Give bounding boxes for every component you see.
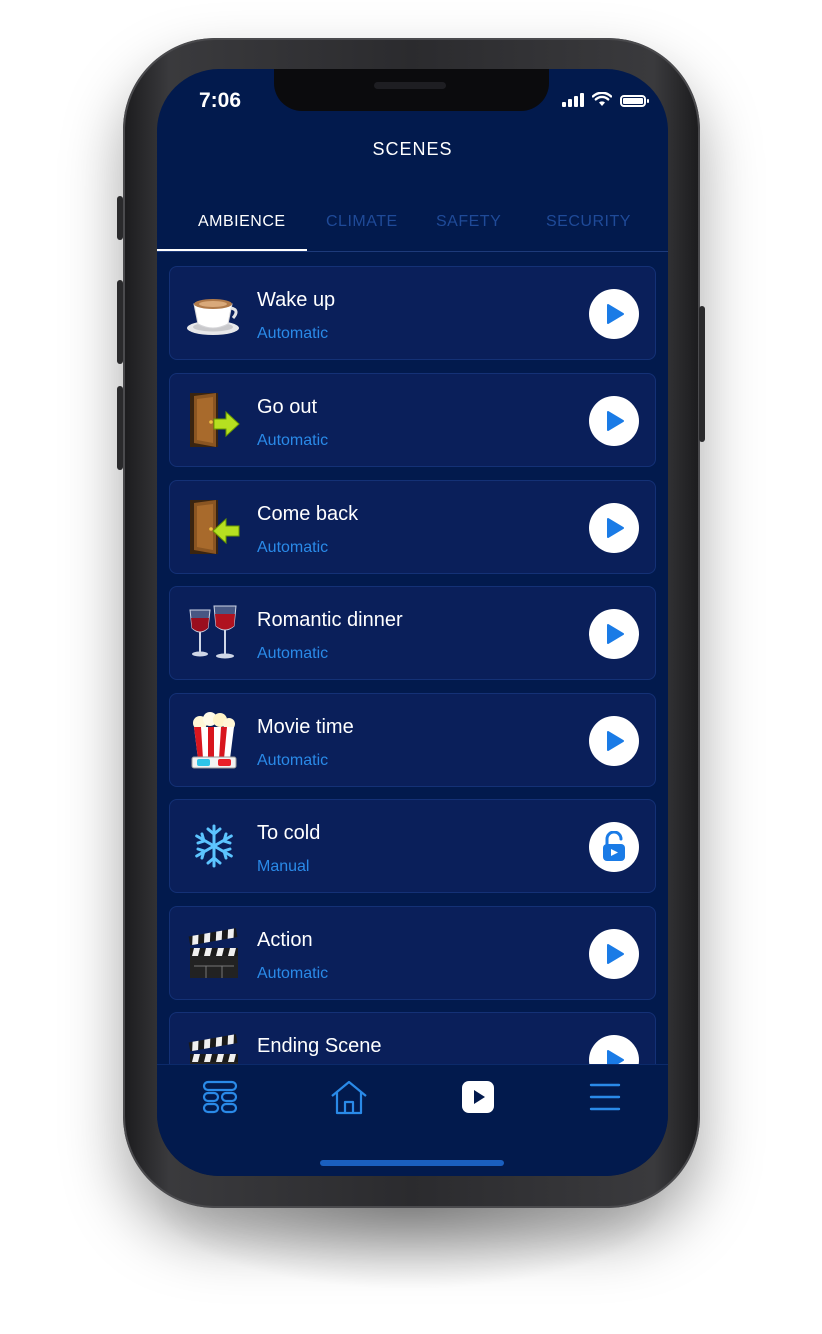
scene-mode: Automatic xyxy=(257,965,329,982)
battery-icon xyxy=(620,95,649,107)
run-scene-button[interactable] xyxy=(589,609,639,659)
speaker xyxy=(374,82,446,89)
status-icons xyxy=(562,92,649,107)
popcorn-icon xyxy=(191,712,237,769)
run-scene-button[interactable] xyxy=(589,929,639,979)
run-scene-button[interactable] xyxy=(589,716,639,766)
category-tabs: AMBIENCE CLIMATE SAFETY SECURITY xyxy=(157,203,668,252)
signal-icon xyxy=(562,93,584,107)
scene-card-ending-scene[interactable]: Ending Scene xyxy=(169,1012,656,1064)
tab-ambience[interactable]: AMBIENCE xyxy=(198,213,286,231)
notch xyxy=(274,69,549,111)
status-time: 7:06 xyxy=(199,89,242,112)
scene-mode: Automatic xyxy=(257,539,329,556)
home-indicator[interactable] xyxy=(320,1160,504,1166)
play-icon xyxy=(607,624,624,644)
play-icon xyxy=(607,944,624,964)
scene-card-to-cold[interactable]: To cold Manual xyxy=(169,799,656,893)
tab-security[interactable]: SECURITY xyxy=(546,213,631,231)
scene-card-romantic-dinner[interactable]: Romantic dinner Automatic xyxy=(169,586,656,680)
door-enter-icon xyxy=(190,500,240,554)
page-title: SCENES xyxy=(372,139,453,159)
clapperboard-icon xyxy=(188,1034,238,1064)
devices-icon[interactable] xyxy=(200,1079,240,1115)
scene-name: To cold xyxy=(257,822,321,844)
volume-up-button xyxy=(117,280,123,364)
tab-safety[interactable]: SAFETY xyxy=(436,213,501,231)
play-icon xyxy=(607,1050,624,1064)
scene-mode: Automatic xyxy=(257,432,329,449)
scene-name: Movie time xyxy=(257,716,354,738)
scene-name: Romantic dinner xyxy=(257,609,403,631)
tab-climate[interactable]: CLIMATE xyxy=(326,213,398,231)
lock-icon xyxy=(603,831,625,861)
active-tab-indicator xyxy=(157,249,307,251)
door-exit-icon xyxy=(190,393,240,447)
run-scene-button[interactable] xyxy=(589,289,639,339)
scene-card-go-out[interactable]: Go out Automatic xyxy=(169,373,656,467)
scene-mode: Automatic xyxy=(257,325,329,342)
wifi-icon xyxy=(592,92,612,106)
run-scene-button[interactable] xyxy=(589,503,639,553)
power-button xyxy=(699,306,705,442)
silent-switch xyxy=(117,196,123,240)
scene-name: Go out xyxy=(257,396,318,418)
play-icon xyxy=(607,411,624,431)
wine-glasses-icon xyxy=(189,605,237,659)
coffee-cup-icon xyxy=(187,299,239,335)
snowflake-icon xyxy=(195,824,233,868)
scene-name: Come back xyxy=(257,503,359,525)
scene-mode: Automatic xyxy=(257,752,329,769)
scene-card-come-back[interactable]: Come back Automatic xyxy=(169,480,656,574)
play-icon xyxy=(607,731,624,751)
volume-down-button xyxy=(117,386,123,470)
scene-card-action[interactable]: Action Automatic xyxy=(169,906,656,1000)
scenes-play-icon[interactable] xyxy=(458,1079,498,1115)
run-scene-button[interactable] xyxy=(589,396,639,446)
scene-name: Action xyxy=(257,929,313,951)
play-icon xyxy=(607,518,624,538)
clapperboard-icon xyxy=(188,928,238,978)
play-icon xyxy=(607,304,624,324)
scene-name: Ending Scene xyxy=(257,1035,382,1057)
app-screen: 7:06 SCENES AMBIENCE CLIMATE SAFETY SECU… xyxy=(157,69,668,1176)
home-icon[interactable] xyxy=(329,1079,369,1115)
scene-mode: Automatic xyxy=(257,645,329,662)
scene-list: Wake up Automatic Go out Automatic Come … xyxy=(169,266,656,1064)
locked-scene-button[interactable] xyxy=(589,822,639,872)
menu-icon[interactable] xyxy=(585,1079,625,1115)
scene-card-wake-up[interactable]: Wake up Automatic xyxy=(169,266,656,360)
scene-name: Wake up xyxy=(257,289,336,311)
scene-card-movie-time[interactable]: Movie time Automatic xyxy=(169,693,656,787)
run-scene-button[interactable] xyxy=(589,1035,639,1064)
scene-mode: Manual xyxy=(257,858,310,875)
